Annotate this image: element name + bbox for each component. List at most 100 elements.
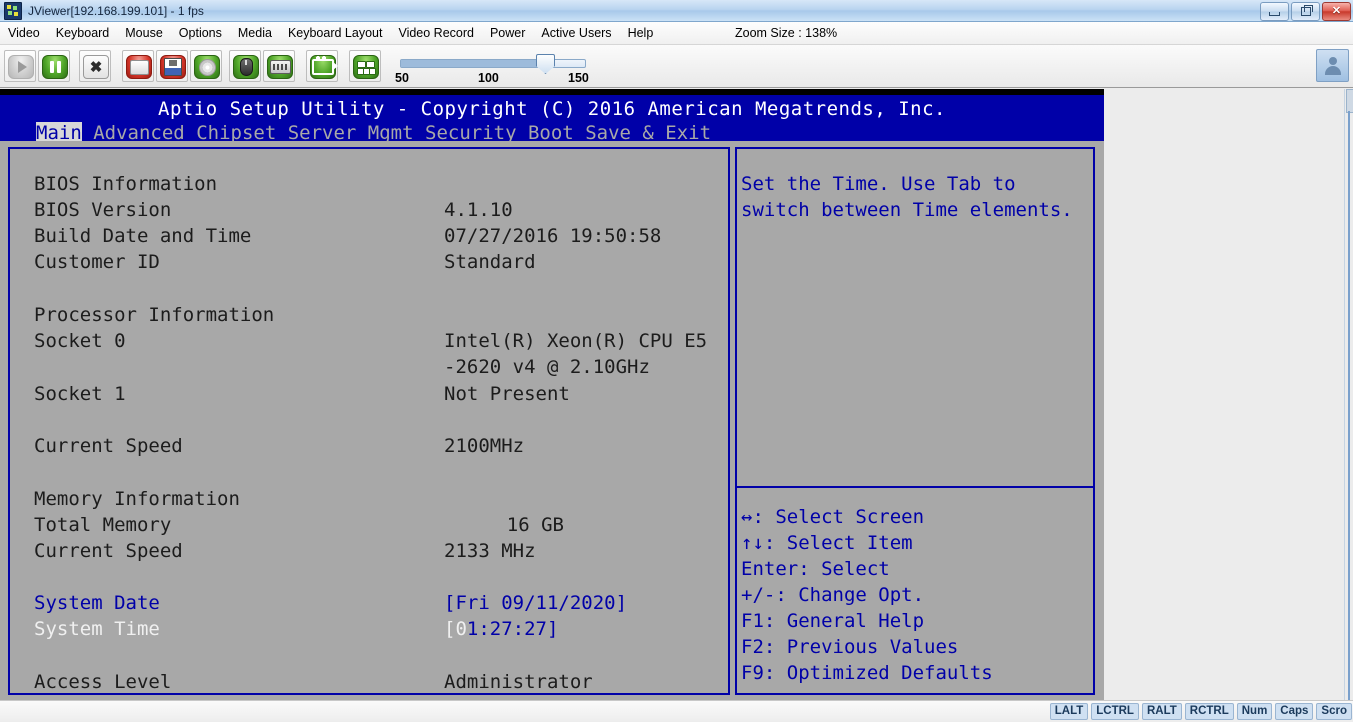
menu-options[interactable]: Options <box>171 23 230 43</box>
bios-version-label: BIOS Version <box>34 199 172 221</box>
access-level-value: Administrator <box>444 671 593 693</box>
zoom-slider[interactable]: 50 100 150 <box>392 51 592 87</box>
mem-current-speed-value: 2133 MHz <box>444 540 536 562</box>
close-icon: ✕ <box>1331 5 1342 17</box>
hotkeys-button[interactable] <box>349 50 381 82</box>
close-button[interactable]: ✕ <box>1322 2 1351 21</box>
console-empty-area <box>1104 89 1353 700</box>
zoom-tick-max: 150 <box>568 71 589 85</box>
floppy-button[interactable] <box>156 50 188 82</box>
video-record-button[interactable] <box>306 50 338 82</box>
key-enter-select: Enter: Select <box>741 558 890 580</box>
remote-console[interactable]: Aptio Setup Utility - Copyright (C) 2016… <box>0 89 1104 700</box>
processor-information-header: Processor Information <box>34 304 275 326</box>
app-icon <box>4 1 22 20</box>
key-select-screen: ↔: Select Screen <box>741 504 924 530</box>
status-rctrl[interactable]: RCTRL <box>1184 703 1234 720</box>
system-date-value[interactable]: [Fri 09/11/2020] <box>444 590 627 616</box>
help-text-line2: switch between Time elements. <box>741 199 1073 221</box>
system-time-label[interactable]: System Time <box>34 616 160 642</box>
bios-title: Aptio Setup Utility - Copyright (C) 2016… <box>158 98 946 120</box>
mouse-button[interactable] <box>229 50 261 82</box>
toolbar-group-record <box>306 49 338 83</box>
cd-button[interactable] <box>190 50 222 82</box>
status-bar: LALT LCTRL RALT RCTRL Num Caps Scro <box>0 700 1353 722</box>
menu-power[interactable]: Power <box>482 23 533 43</box>
build-date-value: 07/27/2016 19:50:58 <box>444 225 662 247</box>
build-date-label: Build Date and Time <box>34 225 252 247</box>
cpu-current-speed-value: 2100MHz <box>444 435 525 457</box>
fullscreen-button[interactable]: ✖ <box>79 50 111 82</box>
key-select-item-label: : Select Item <box>763 532 913 554</box>
bios-version-value: 4.1.10 <box>444 199 513 221</box>
cd-disc-icon <box>194 54 220 79</box>
virtual-drive-button[interactable] <box>122 50 154 82</box>
menu-active-users[interactable]: Active Users <box>533 23 619 43</box>
zoom-slider-track[interactable] <box>400 59 586 68</box>
play-icon <box>8 54 34 79</box>
restore-button[interactable] <box>1291 2 1320 21</box>
toolbar-group-view: ✖ <box>79 49 111 83</box>
zoom-slider-ticks: 50 100 150 <box>392 71 592 87</box>
active-users-button[interactable] <box>1316 49 1349 82</box>
status-lalt[interactable]: LALT <box>1049 703 1089 720</box>
menu-keyboard[interactable]: Keyboard <box>48 23 118 43</box>
play-button[interactable] <box>4 50 36 82</box>
scrollbar-track[interactable] <box>1348 111 1350 700</box>
status-indicators: LALT LCTRL RALT RCTRL Num Caps Scro <box>1049 703 1353 720</box>
bios-main-panel: BIOS Information BIOS Version 4.1.10 Bui… <box>8 147 730 695</box>
bios-help-panel: Set the Time. Use Tab to switch between … <box>735 147 1095 695</box>
window-controls: ✕ <box>1260 2 1351 21</box>
status-ralt[interactable]: RALT <box>1141 703 1182 720</box>
floppy-disk-icon <box>160 54 186 79</box>
window-title: JViewer[192.168.199.101] - 1 fps <box>28 3 204 18</box>
pause-icon <box>42 54 68 79</box>
toolbar-group-media <box>122 49 222 83</box>
pause-button[interactable] <box>38 50 70 82</box>
menu-video-record[interactable]: Video Record <box>390 23 482 43</box>
menu-video[interactable]: Video <box>0 23 48 43</box>
key-change-opt: +/-: Change Opt. <box>741 584 925 606</box>
title-bar: JViewer[192.168.199.101] - 1 fps ✕ <box>0 0 1353 22</box>
total-memory-value: 16 GB <box>506 514 564 536</box>
toolbar: ✖ 50 100 150 <box>0 45 1353 88</box>
minimize-button[interactable] <box>1260 2 1289 21</box>
toolbar-group-hotkeys <box>349 49 381 83</box>
menu-media[interactable]: Media <box>230 23 280 43</box>
total-memory-label: Total Memory <box>34 514 172 536</box>
status-scroll[interactable]: Scro <box>1316 703 1352 720</box>
keyboard-button[interactable] <box>263 50 295 82</box>
cpu-current-speed-label: Current Speed <box>34 435 183 457</box>
system-time-rest: 1:27:27] <box>466 618 559 640</box>
menu-keyboard-layout[interactable]: Keyboard Layout <box>280 23 391 43</box>
menu-help[interactable]: Help <box>620 23 662 43</box>
bios-header: Aptio Setup Utility - Copyright (C) 2016… <box>0 95 1104 144</box>
jviewer-window: JViewer[192.168.199.101] - 1 fps ✕ Video… <box>0 0 1353 722</box>
customer-id-value: Standard <box>444 251 536 273</box>
hard-drive-icon <box>126 54 152 79</box>
status-num[interactable]: Num <box>1236 703 1273 720</box>
system-date-label[interactable]: System Date <box>34 590 160 616</box>
socket0-value-line1: Intel(R) Xeon(R) CPU E5 <box>444 330 708 352</box>
scrollbar-thumb[interactable] <box>1346 89 1353 113</box>
zoom-tick-mid: 100 <box>478 71 499 85</box>
key-f2-previous-values: F2: Previous Values <box>741 636 959 658</box>
system-time-cursor: [0 <box>444 618 467 640</box>
socket1-label: Socket 1 <box>34 383 126 405</box>
system-time-value[interactable]: [01:27:27] <box>444 616 558 642</box>
vertical-scrollbar[interactable] <box>1344 89 1353 700</box>
status-lctrl[interactable]: LCTRL <box>1091 703 1139 720</box>
zoom-slider-fill <box>401 60 544 67</box>
status-caps[interactable]: Caps <box>1275 703 1314 720</box>
restore-icon <box>1300 5 1313 16</box>
menu-bar: Video Keyboard Mouse Options Media Keybo… <box>0 22 1353 45</box>
toolbar-group-playback <box>4 49 70 83</box>
bios-information-header: BIOS Information <box>34 173 218 195</box>
video-camera-icon <box>310 54 338 79</box>
arrow-lr-icon: ↔ <box>741 506 753 528</box>
access-level-label: Access Level <box>34 671 172 693</box>
socket0-value-line2: -2620 v4 @ 2.10GHz <box>444 356 650 378</box>
menu-mouse[interactable]: Mouse <box>117 23 171 43</box>
arrow-ud-icon: ↑↓ <box>741 532 764 554</box>
key-select-item: ↑↓: Select Item <box>741 530 913 556</box>
